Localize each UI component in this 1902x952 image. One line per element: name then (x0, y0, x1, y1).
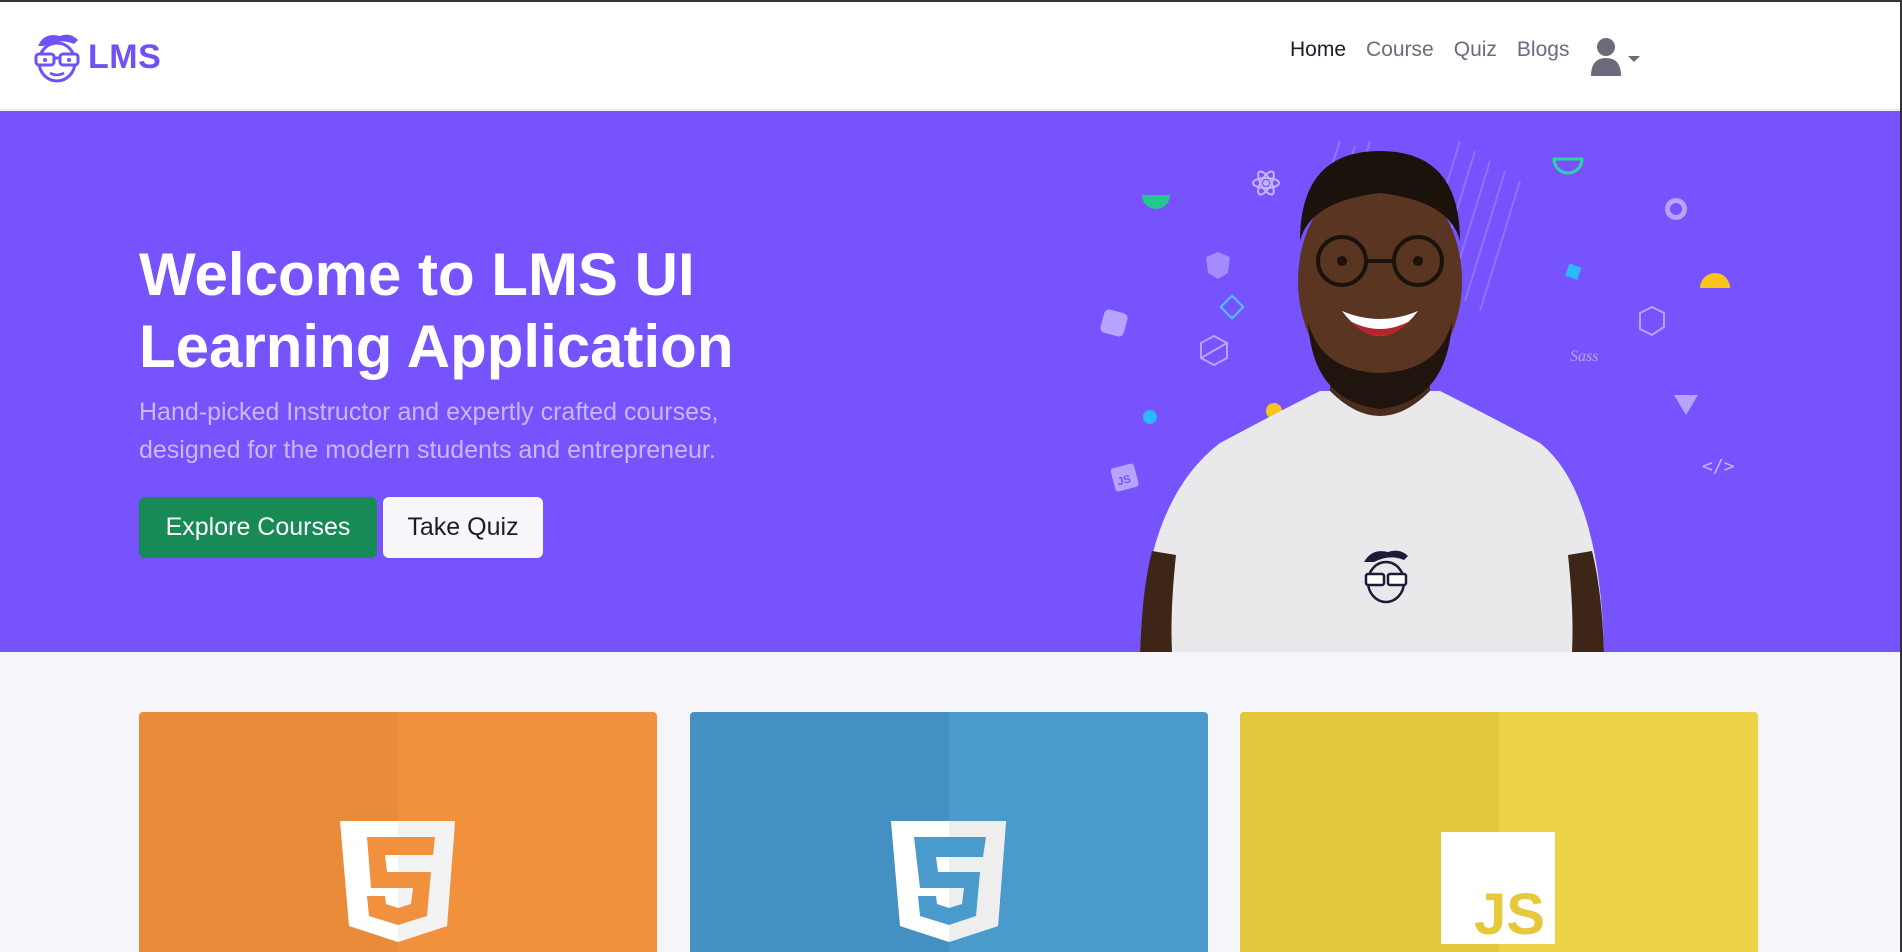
diamond-icon (1219, 294, 1245, 320)
nav-link-blogs[interactable]: Blogs (1517, 38, 1570, 62)
laravel-icon (1639, 305, 1665, 337)
half-circle-icon (1142, 195, 1170, 209)
chevron-down-icon (1628, 56, 1640, 62)
nav-link-home[interactable]: Home (1290, 38, 1346, 62)
gatsby-icon (1665, 198, 1687, 220)
sass-icon: Sass (1570, 348, 1598, 365)
nav-links: Home Course Quiz Blogs (1290, 38, 1569, 62)
user-icon (1591, 38, 1621, 76)
course-cards: JS (139, 712, 1759, 952)
brand-name: LMS (88, 37, 162, 76)
css3-course-card[interactable] (690, 712, 1208, 952)
top-navbar: LMS Home Course Quiz Blogs (0, 2, 1900, 110)
dot-icon (1143, 410, 1157, 424)
html5-course-card[interactable] (139, 712, 657, 952)
nav-link-course[interactable]: Course (1366, 38, 1434, 62)
user-menu-dropdown[interactable] (1590, 36, 1640, 76)
graphql-icon (1200, 334, 1228, 367)
code-icon: </> (1702, 456, 1735, 477)
hero-subtitle: Hand-picked Instructor and expertly craf… (139, 398, 719, 464)
js-label: JS (1474, 882, 1545, 947)
hero-section: Welcome to LMS UI Learning Application H… (0, 111, 1900, 652)
half-circle-icon (1552, 157, 1584, 175)
javascript-course-card[interactable]: JS (1240, 712, 1758, 952)
nerd-logo-icon (34, 34, 80, 83)
angular-icon (1206, 252, 1230, 279)
react-icon (1252, 170, 1280, 196)
take-quiz-button[interactable]: Take Quiz (383, 497, 543, 558)
nav-link-quiz[interactable]: Quiz (1454, 38, 1497, 62)
js-badge-icon: JS (1110, 463, 1139, 492)
css3-icon (891, 821, 1006, 942)
javascript-icon: JS (1441, 832, 1555, 947)
explore-courses-button[interactable]: Explore Courses (139, 497, 377, 558)
bootstrap-icon (1100, 309, 1128, 337)
student-photo (1140, 151, 1604, 652)
hero-illustration: Sass </> JS (1100, 140, 1735, 652)
square-icon (1564, 263, 1582, 280)
hero-title: Welcome to LMS UI Learning Application (139, 241, 734, 380)
html5-icon (340, 821, 455, 942)
brand-logo[interactable]: LMS (30, 30, 161, 84)
half-circle-icon (1700, 273, 1730, 288)
vue-icon (1674, 395, 1698, 415)
